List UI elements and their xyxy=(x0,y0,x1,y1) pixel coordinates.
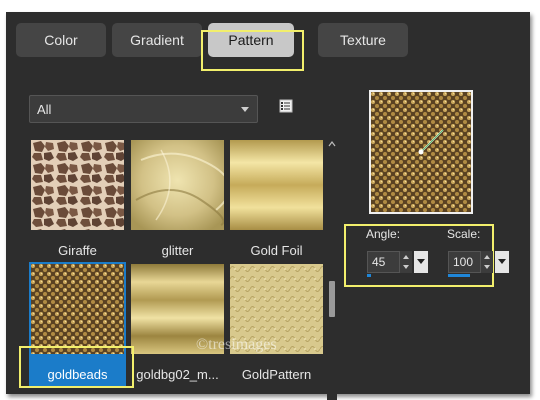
pattern-label: Gold Foil xyxy=(250,243,303,258)
list-view-icon[interactable] xyxy=(279,99,293,113)
scale-input[interactable]: 100 xyxy=(448,251,481,273)
goldbeads-swatch xyxy=(31,264,124,354)
pattern-goldpattern[interactable]: GoldPattern xyxy=(228,262,325,386)
scale-level-bar xyxy=(448,274,470,277)
pattern-glitter[interactable]: glitter xyxy=(129,138,226,262)
pattern-label: GoldPattern xyxy=(241,367,312,382)
glitter-swatch xyxy=(131,140,224,230)
chevron-down-icon xyxy=(417,259,425,264)
pattern-label: Giraffe xyxy=(58,243,97,258)
pattern-label: glitter xyxy=(161,243,194,258)
tab-texture[interactable]: Texture xyxy=(318,23,408,57)
angle-spinner[interactable] xyxy=(400,251,412,273)
watermark: ©tresimages xyxy=(196,336,277,353)
pattern-gold-foil[interactable]: Gold Foil xyxy=(228,138,325,262)
gold-foil-swatch xyxy=(230,140,323,230)
angle-level-bar xyxy=(367,274,371,277)
pattern-tab-highlight xyxy=(201,30,304,71)
pattern-goldbg02[interactable]: goldbg02_m... xyxy=(129,262,226,386)
angle-input[interactable]: 45 xyxy=(367,251,400,273)
category-dropdown-value: All xyxy=(37,101,52,117)
scale-label: Scale: xyxy=(447,227,481,241)
chevron-down-icon xyxy=(498,259,506,264)
tab-color[interactable]: Color xyxy=(16,23,106,57)
goldbeads-highlight xyxy=(19,346,134,388)
pattern-scrollbar[interactable] xyxy=(327,138,337,400)
pattern-preview[interactable] xyxy=(369,90,473,214)
pattern-giraffe[interactable]: Giraffe xyxy=(29,138,126,262)
chevron-down-icon xyxy=(241,107,249,112)
scale-dropdown-button[interactable] xyxy=(495,251,509,273)
angle-label: Angle: xyxy=(366,227,401,241)
giraffe-swatch xyxy=(31,140,124,230)
scale-spinner[interactable] xyxy=(481,251,493,273)
category-dropdown[interactable]: All xyxy=(29,95,258,123)
pattern-label: goldbg02_m... xyxy=(136,367,219,382)
tab-gradient[interactable]: Gradient xyxy=(112,23,202,57)
angle-dropdown-button[interactable] xyxy=(414,251,428,273)
